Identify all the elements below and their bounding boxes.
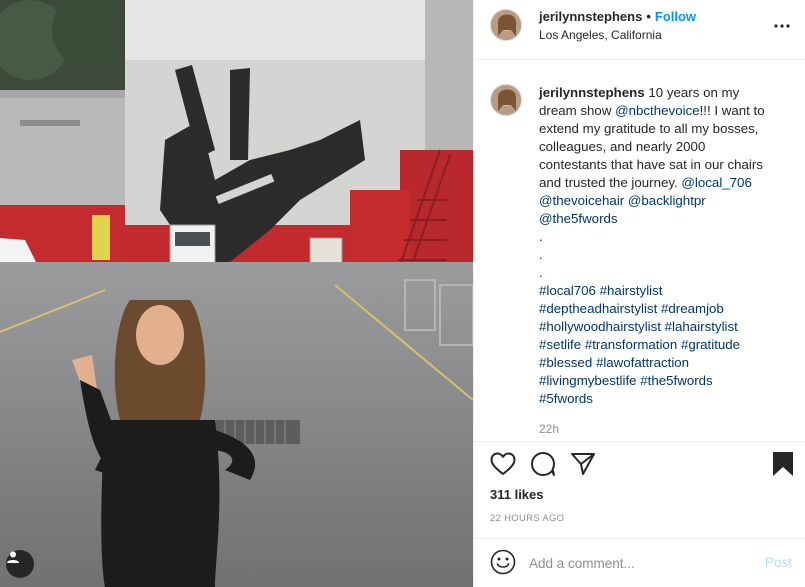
more-options-button[interactable] [772, 14, 792, 34]
location-link[interactable]: Los Angeles, California [539, 28, 662, 42]
caption-text: 10 years on my [648, 85, 740, 100]
likes-count[interactable]: 311 likes [490, 487, 544, 502]
comment-button[interactable] [529, 451, 557, 482]
bookmark-icon [772, 451, 794, 482]
mention-link[interactable]: @the5fwords [539, 211, 618, 226]
hashtag-link[interactable]: #the5fwords [640, 373, 712, 388]
tagged-users-button[interactable] [6, 550, 34, 578]
caption-text: dream show [539, 103, 616, 118]
caption-text: colleagues, and nearly 2000 [539, 139, 706, 154]
avatar[interactable] [490, 9, 522, 41]
hashtag-link[interactable]: #hollywoodhairstylist [539, 319, 661, 334]
caption-timestamp[interactable]: 22h [539, 422, 559, 436]
mention-link[interactable]: @nbcthevoice [615, 103, 699, 118]
hashtag-link[interactable]: #local706 [539, 283, 596, 298]
caption-avatar[interactable] [490, 84, 522, 116]
share-button[interactable] [569, 452, 597, 480]
caption-dot: . [539, 229, 543, 244]
caption-dot: . [539, 265, 543, 280]
action-bar [474, 441, 805, 489]
post-header: jerilynnstephens • Follow Los Angeles, Cal… [474, 0, 805, 60]
caption-text: and trusted the journey. [539, 175, 682, 190]
header-separator: • [646, 9, 651, 24]
comment-icon [530, 451, 556, 482]
hashtag-link[interactable]: #blessed [539, 355, 592, 370]
more-horizontal-icon [774, 15, 790, 33]
mention-link[interactable]: @local_706 [681, 175, 751, 190]
comment-form: Post [474, 538, 805, 587]
hashtag-link[interactable]: #livingmybestlife [539, 373, 637, 388]
hashtag-link[interactable]: #gratitude [681, 337, 740, 352]
caption-dot: . [539, 247, 543, 262]
hashtag-link[interactable]: #transformation [585, 337, 677, 352]
like-button[interactable] [489, 452, 517, 480]
photo-scene [0, 0, 473, 587]
post-photo[interactable] [0, 0, 473, 587]
post-caption: jerilynnstephens 10 years on my dream sh… [539, 84, 789, 408]
hashtag-link[interactable]: #dreamjob [661, 301, 724, 316]
hashtag-link[interactable]: #deptheadhairstylist [539, 301, 657, 316]
heart-icon [490, 452, 516, 481]
caption-username[interactable]: jerilynnstephens [539, 85, 645, 100]
share-icon [570, 452, 596, 481]
mention-link[interactable]: @thevoicehair [539, 193, 624, 208]
comment-input[interactable] [529, 551, 749, 575]
emoji-icon [490, 549, 516, 580]
mention-link[interactable]: @backlightpr [628, 193, 706, 208]
follow-button[interactable]: Follow [655, 9, 696, 24]
caption-text: !!! I want to [699, 103, 765, 118]
post-comment-button[interactable]: Post [765, 555, 792, 570]
hashtag-link[interactable]: #setlife [539, 337, 581, 352]
hashtag-link[interactable]: #lahairstylist [665, 319, 738, 334]
hashtag-link[interactable]: #hairstylist [600, 283, 663, 298]
header-username[interactable]: jerilynnstephens [539, 9, 642, 24]
post-detail-panel: jerilynnstephens • Follow Los Angeles, Cal… [473, 0, 805, 587]
hashtag-link[interactable]: #lawofattraction [596, 355, 689, 370]
hashtag-link[interactable]: #5fwords [539, 391, 593, 406]
caption-text: extend my gratitude to all my bosses, [539, 121, 759, 136]
header-user-line: jerilynnstephens • Follow [539, 9, 696, 24]
save-button[interactable] [769, 451, 797, 482]
caption-text: contestants that have sat in our chairs [539, 157, 763, 172]
emoji-button[interactable] [490, 549, 516, 580]
post-timestamp[interactable]: 22 HOURS AGO [490, 513, 564, 524]
